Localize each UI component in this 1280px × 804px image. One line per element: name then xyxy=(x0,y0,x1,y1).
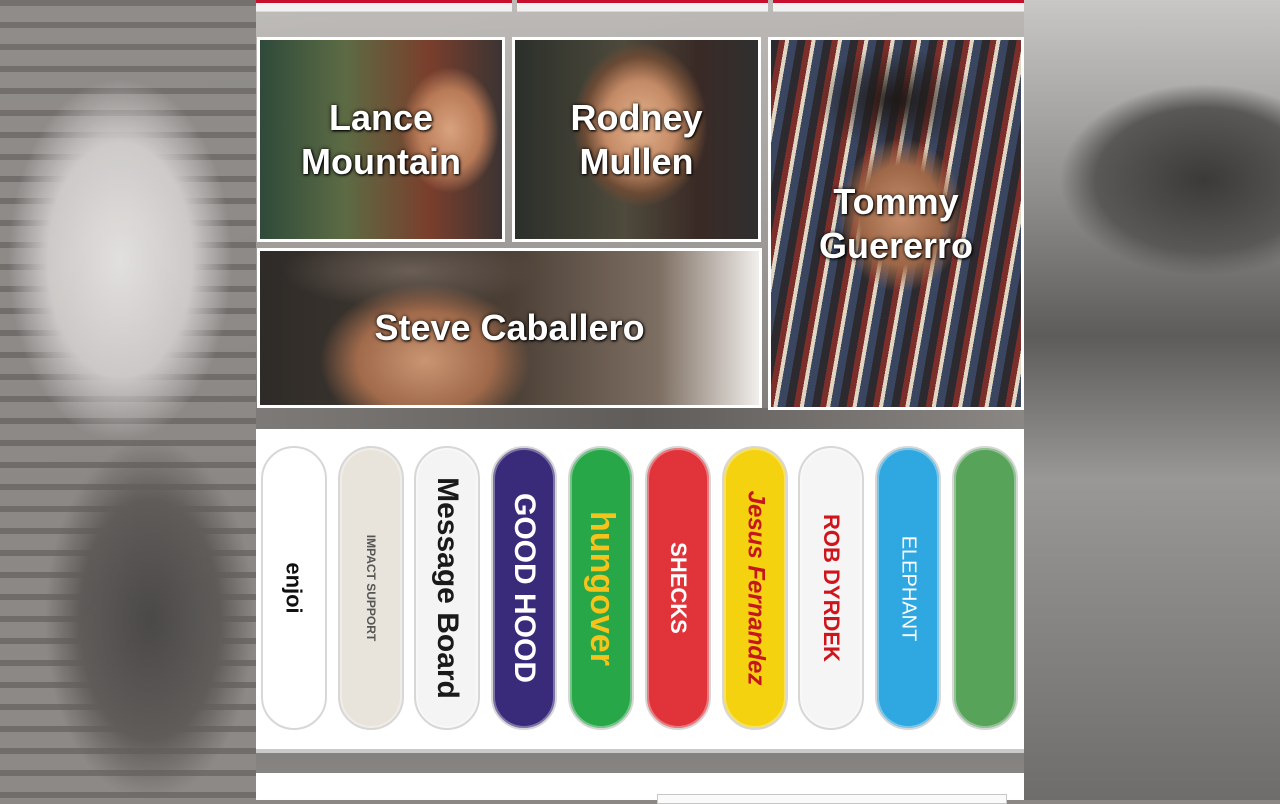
deck-label: Jesus Fernandez xyxy=(742,490,769,686)
previous-tile-2[interactable] xyxy=(517,0,768,12)
deck-label: IMPACT SUPPORT xyxy=(364,534,379,642)
deck-rob-dyrdek[interactable]: ROB DYRDEK xyxy=(798,446,864,730)
deck-shecks[interactable]: SHECKS xyxy=(645,446,711,730)
bottom-content-panel xyxy=(256,773,1024,804)
previous-tile-1[interactable] xyxy=(256,0,512,12)
deck-jesus-fernandez[interactable]: Jesus Fernandez xyxy=(722,446,788,730)
team-tile-tommy-guererro[interactable]: Tommy Guererro xyxy=(768,37,1024,410)
background-ramp-strip xyxy=(256,408,1024,430)
background-skatepark-right xyxy=(1024,0,1280,800)
team-tile-lance-mountain[interactable]: Lance Mountain xyxy=(257,37,505,242)
team-tile-steve-caballero[interactable]: Steve Caballero xyxy=(257,248,762,408)
team-member-name: Tommy Guererro xyxy=(818,180,974,266)
previous-row-tiles xyxy=(256,0,1024,12)
deck-label: ROB DYRDEK xyxy=(819,514,844,662)
deck-label: ELEPHANT xyxy=(897,535,920,641)
team-member-name: Steve Caballero xyxy=(374,307,645,348)
deck-message-board[interactable]: Message Board xyxy=(414,446,480,730)
accent-bar xyxy=(773,0,1024,3)
deck-monkey[interactable]: IMPACT SUPPORT xyxy=(338,446,404,730)
deck-label: enjoi xyxy=(282,562,307,614)
deck-label: GOOD HOOD xyxy=(508,492,542,684)
accent-bar xyxy=(517,0,768,3)
bottom-input-field[interactable] xyxy=(657,794,1007,804)
accent-bar xyxy=(256,0,512,3)
team-member-name: Rodney Mullen xyxy=(570,96,703,182)
deck-hungover[interactable]: hungover xyxy=(568,446,634,730)
deck-enjoi[interactable]: enjoi xyxy=(261,446,327,730)
background-skater-left xyxy=(0,0,256,800)
deck-label: Message Board xyxy=(431,477,464,699)
deck-good-hood[interactable]: GOOD HOOD xyxy=(491,446,557,730)
deck-elephant[interactable]: ELEPHANT xyxy=(875,446,941,730)
team-tile-rodney-mullen[interactable]: Rodney Mullen xyxy=(512,37,761,242)
deck-label: SHECKS xyxy=(666,542,691,634)
deck-skull-graphic[interactable] xyxy=(952,446,1018,730)
deck-label: hungover xyxy=(582,510,621,666)
team-member-name: Lance Mountain xyxy=(301,96,461,182)
skateboard-decks-banner[interactable]: enjoi IMPACT SUPPORT Message Board GOOD … xyxy=(256,429,1024,753)
previous-tile-3[interactable] xyxy=(773,0,1024,12)
